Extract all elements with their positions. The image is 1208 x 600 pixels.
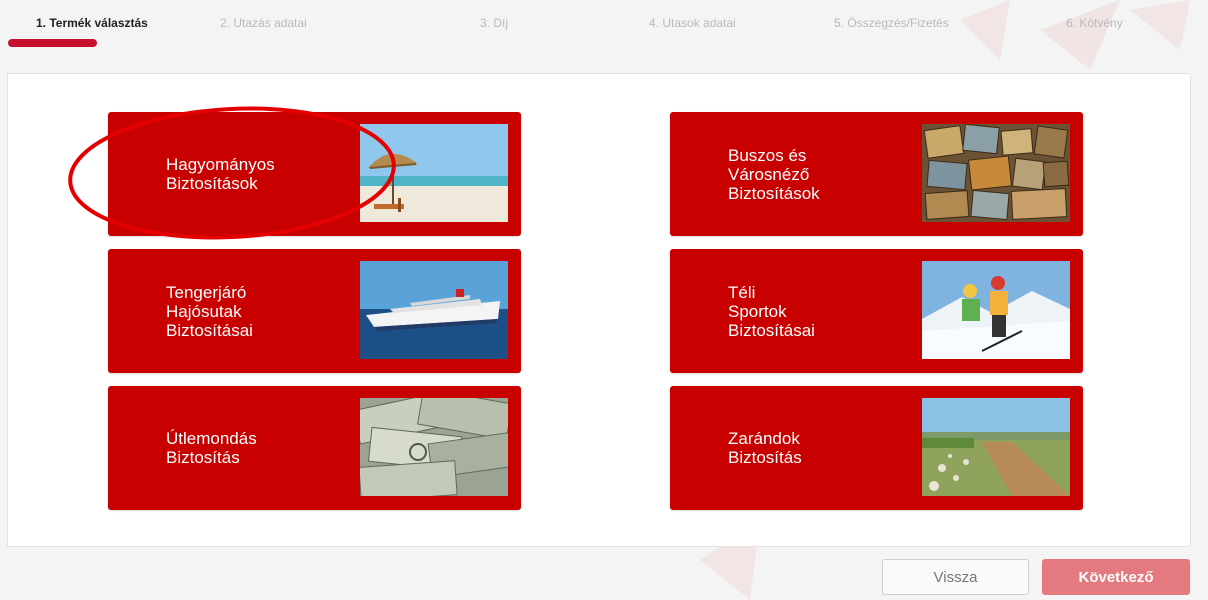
label-line: Biztosítás — [728, 448, 802, 467]
product-label: Tengerjáró Hajósutak Biztosításai — [166, 249, 346, 373]
label-line: Sportok — [728, 301, 787, 321]
step-1: 1. Termék választás — [36, 16, 148, 30]
label-line: Biztosítások — [728, 183, 820, 203]
back-button[interactable]: Vissza — [882, 559, 1029, 595]
step-2: 2. Utazás adatai — [220, 16, 307, 30]
step-4: 4. Utasok adatai — [649, 16, 736, 30]
product-label: Zarándok Biztosítás — [728, 386, 908, 510]
product-label: Útlemondás Biztosítás — [166, 386, 346, 510]
beach-umbrella-image — [360, 124, 508, 222]
label-line: Biztosításai — [166, 320, 253, 340]
product-tile-traditional[interactable]: Hagyományos Biztosítások — [108, 112, 521, 236]
product-tile-cruise[interactable]: Tengerjáró Hajósutak Biztosításai — [108, 249, 521, 373]
label-line: Útlemondás — [166, 429, 257, 448]
product-label: Buszos és Városnéző Biztosítások — [728, 112, 908, 236]
step-progress-bar — [8, 39, 97, 47]
label-line: Hajósutak — [166, 301, 242, 321]
next-button[interactable]: Következő — [1042, 559, 1190, 595]
product-tile-winter-sports[interactable]: Téli Sportok Biztosításai — [670, 249, 1083, 373]
city-postcards-image — [922, 124, 1070, 222]
product-label: Hagyományos Biztosítások — [166, 112, 346, 236]
label-line: Tengerjáró — [166, 282, 247, 302]
checkout-steps: 1. Termék választás 2. Utazás adatai 3. … — [0, 0, 1208, 60]
label-line: Zarándok — [728, 429, 800, 448]
label-line: Biztosításai — [728, 320, 815, 340]
product-label: Téli Sportok Biztosításai — [728, 249, 908, 373]
label-line: Biztosítások — [166, 174, 258, 193]
skiers-image — [922, 261, 1070, 359]
product-tile-bus-city[interactable]: Buszos és Városnéző Biztosítások — [670, 112, 1083, 236]
step-3: 3. Díj — [480, 16, 509, 30]
pilgrim-path-image — [922, 398, 1070, 496]
label-line: Hagyományos — [166, 155, 275, 174]
product-tile-cancellation[interactable]: Útlemondás Biztosítás — [108, 386, 521, 510]
label-line: Városnéző — [728, 164, 810, 184]
step-6: 6. Kötvény — [1066, 16, 1123, 30]
label-line: Téli — [728, 282, 756, 302]
cruise-ship-image — [360, 261, 508, 359]
label-line: Biztosítás — [166, 448, 240, 467]
step-5: 5. Összegzés/Fizetés — [834, 16, 949, 30]
product-tile-pilgrim[interactable]: Zarándok Biztosítás — [670, 386, 1083, 510]
label-line: Buszos és — [728, 145, 807, 165]
dollar-bills-image — [360, 398, 508, 496]
